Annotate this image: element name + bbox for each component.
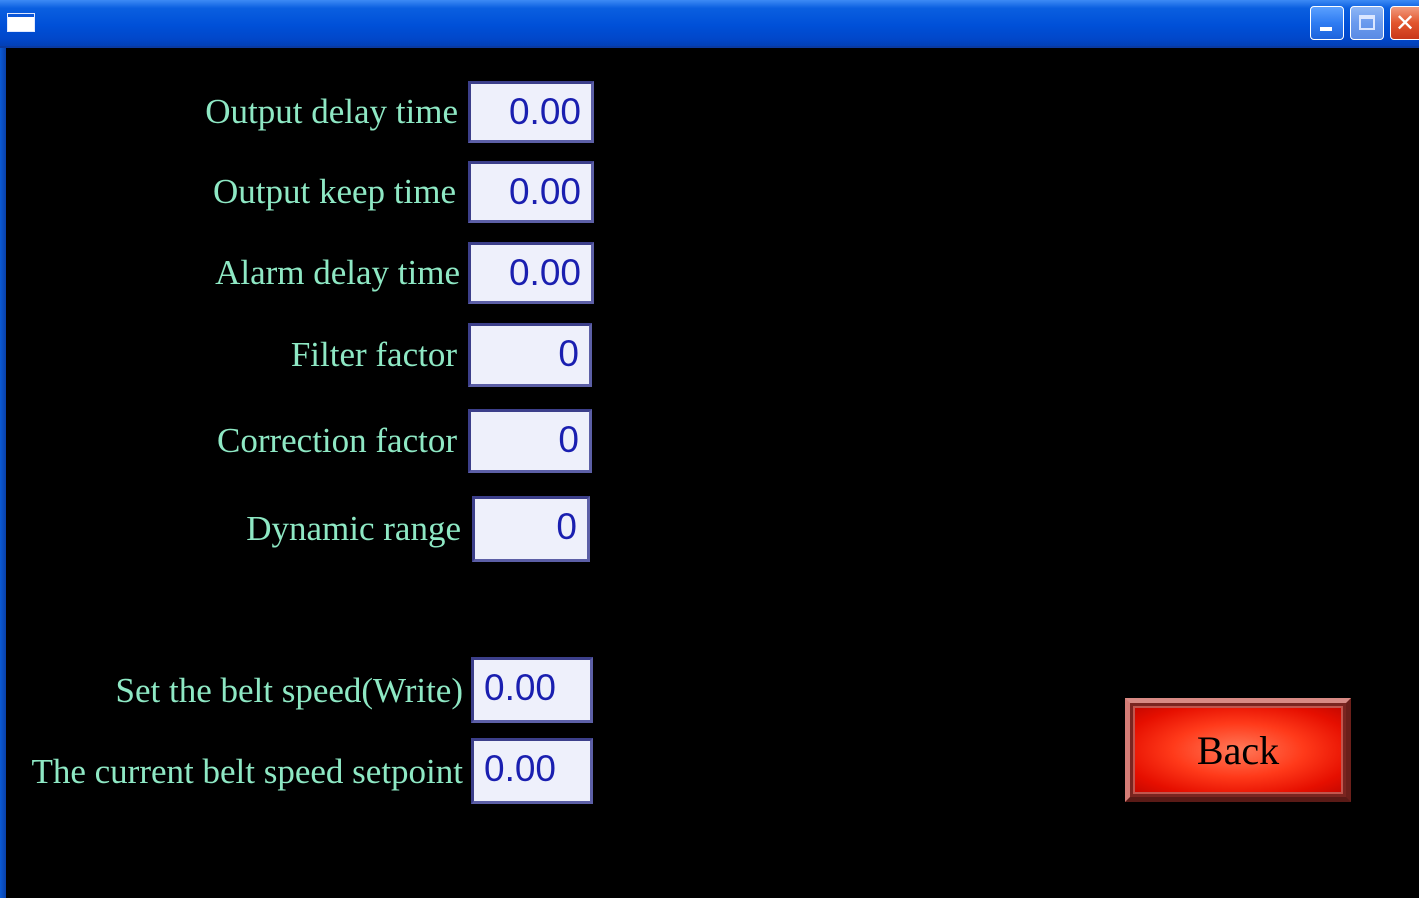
- current-belt-speed-label: The current belt speed setpoint: [31, 752, 463, 791]
- back-button-label: Back: [1135, 708, 1341, 792]
- close-button[interactable]: ✕: [1390, 6, 1419, 40]
- correction-factor-field[interactable]: 0: [468, 409, 592, 473]
- set-belt-speed-field[interactable]: 0.00: [471, 657, 593, 723]
- filter-factor-field[interactable]: 0: [468, 323, 592, 387]
- minimize-button[interactable]: [1310, 6, 1344, 40]
- dynamic-range-label: Dynamic range: [246, 509, 461, 548]
- output-keep-time-label: Output keep time: [212, 172, 456, 211]
- window-icon[interactable]: [7, 13, 35, 32]
- filter-factor-label: Filter factor: [290, 335, 457, 374]
- app-window: ✕ Output delay time 0.00 Output keep tim…: [0, 0, 1419, 898]
- set-belt-speed-label: Set the belt speed(Write): [115, 671, 464, 710]
- title-bar[interactable]: ✕: [0, 0, 1419, 48]
- output-delay-time-label: Output delay time: [205, 92, 458, 131]
- close-icon: ✕: [1395, 9, 1416, 37]
- current-belt-speed-field: 0.00: [471, 738, 593, 804]
- alarm-delay-time-label: Alarm delay time: [215, 253, 460, 292]
- alarm-delay-time-field[interactable]: 0.00: [468, 242, 594, 304]
- maximize-icon: [1359, 15, 1375, 30]
- output-keep-time-field[interactable]: 0.00: [468, 161, 594, 223]
- minimize-icon: [1320, 27, 1332, 31]
- back-button[interactable]: Back: [1125, 698, 1351, 802]
- settings-panel: Output delay time 0.00 Output keep time …: [6, 48, 1419, 898]
- output-delay-time-field[interactable]: 0.00: [468, 81, 594, 143]
- maximize-button[interactable]: [1350, 6, 1384, 40]
- dynamic-range-field[interactable]: 0: [472, 496, 590, 562]
- correction-factor-label: Correction factor: [216, 421, 457, 460]
